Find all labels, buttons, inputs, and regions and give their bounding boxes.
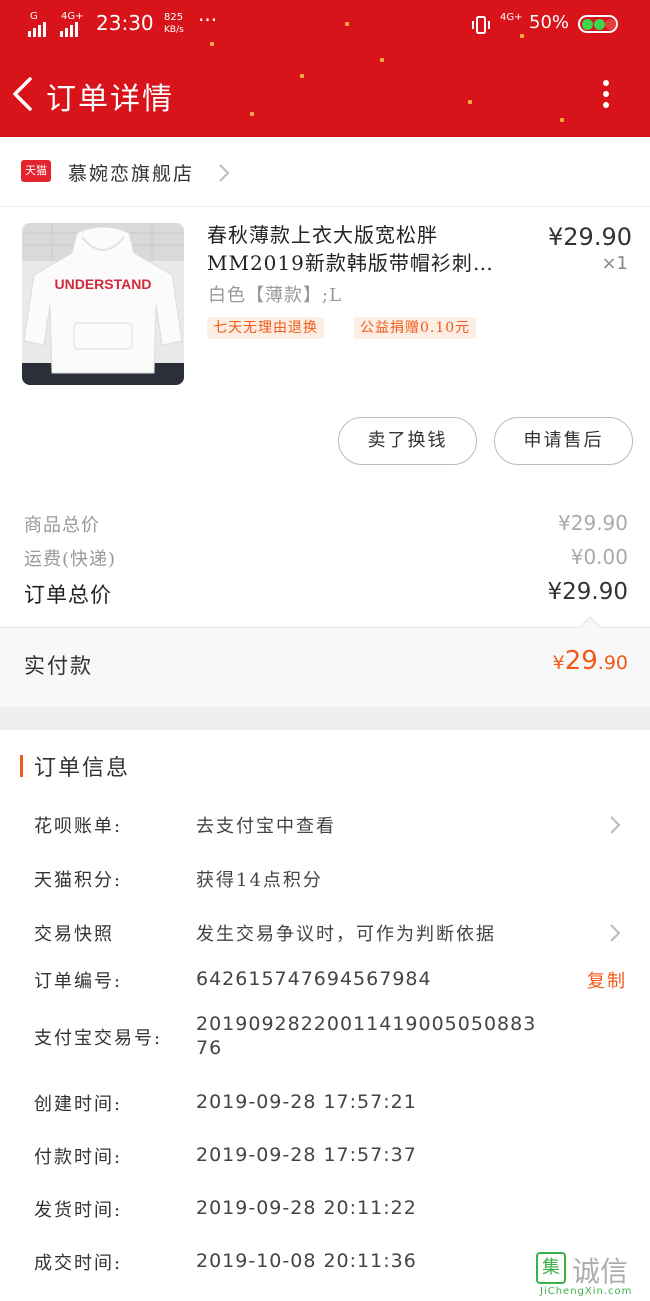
shipped-time-value: 2019-09-28 20:11:22 xyxy=(196,1197,417,1219)
paid-currency: ¥ xyxy=(552,652,565,674)
chevron-right-icon[interactable] xyxy=(216,162,232,184)
paid-time-label: 付款时间: xyxy=(34,1147,123,1168)
section-divider xyxy=(0,707,650,730)
paid-amount-dec: .90 xyxy=(597,652,628,674)
order-number-label: 订单编号: xyxy=(34,971,123,992)
product-image-print: UNDERSTAND xyxy=(55,276,152,292)
product-title[interactable]: 春秋薄款上衣大版宽松胖 MM2019新款韩版带帽衫刺… xyxy=(207,221,512,277)
product-quantity: ×1 xyxy=(601,253,628,274)
paid-amount-int: 29 xyxy=(564,646,598,676)
clock: 23:30 xyxy=(96,11,154,35)
shipping-label: 运费(快递) xyxy=(24,549,117,570)
order-total-label: 订单总价 xyxy=(24,583,112,607)
points-label: 天猫积分: xyxy=(34,870,123,891)
product-card: UNDERSTAND 春秋薄款上衣大版宽松胖 MM2019新款韩版带帽衫刺… ¥… xyxy=(0,207,650,497)
snapshot-label: 交易快照 xyxy=(34,924,114,945)
paid-label: 实付款 xyxy=(24,654,93,678)
completed-time-value: 2019-10-08 20:11:36 xyxy=(196,1250,417,1272)
product-spec: 白色【薄款】;L xyxy=(208,285,343,306)
store-row[interactable]: 天猫 慕婉恋旗舰店 xyxy=(0,137,650,207)
more-notifications-icon: ··· xyxy=(198,8,218,32)
shipping-value: ¥0.00 xyxy=(570,545,628,569)
status-bar: G 4G+ 23:30 825 KB/s ··· 4G+ 50% xyxy=(0,0,650,48)
alipay-number-line: 2019092822001141900505088​3 xyxy=(196,1013,537,1035)
chevron-right-icon[interactable] xyxy=(608,922,622,944)
battery-percent: 50% xyxy=(529,12,570,33)
order-info-title: 订单信息 xyxy=(34,756,131,781)
completed-time-label: 成交时间: xyxy=(34,1253,123,1274)
page-title: 订单详情 xyxy=(46,82,174,117)
alipay-number-line: 76 xyxy=(196,1037,223,1059)
snapshot-value[interactable]: 发生交易争议时，可作为判断依据 xyxy=(196,920,496,946)
order-info-section: 订单信息 花呗账单: 去支付宝中查看 天猫积分: 获得14点积分 交易快照 发生… xyxy=(0,730,650,1301)
product-image[interactable]: UNDERSTAND xyxy=(22,223,184,385)
product-title-line: 春秋薄款上衣大版宽松胖 xyxy=(207,223,438,247)
order-total-value: ¥29.90 xyxy=(547,579,628,605)
nav-bar: 订单详情 xyxy=(0,60,650,128)
network-type-label: 4G+ xyxy=(500,12,523,23)
signal-icon xyxy=(28,18,48,37)
points-value: 获得14点积分 xyxy=(196,870,323,891)
after-sale-button[interactable]: 申请售后 xyxy=(494,417,633,465)
speed-value: 825 xyxy=(164,12,184,23)
paid-time-value: 2019-09-28 17:57:37 xyxy=(196,1144,417,1166)
watermark-url: JiChengXin.com xyxy=(540,1286,633,1297)
sell-back-button[interactable]: 卖了换钱 xyxy=(338,417,477,465)
chevron-right-icon[interactable] xyxy=(608,814,622,836)
speed-unit: KB/s xyxy=(164,25,184,35)
vibrate-icon xyxy=(472,16,490,34)
price-summary: 商品总价 ¥29.90 运费(快递) ¥0.00 订单总价 ¥29.90 xyxy=(0,497,650,627)
signal-icon xyxy=(60,18,80,37)
copy-button[interactable]: 复制 xyxy=(587,967,627,993)
created-time-label: 创建时间: xyxy=(34,1094,123,1115)
return-policy-tag: 七天无理由退换 xyxy=(207,317,324,339)
goods-total-label: 商品总价 xyxy=(24,515,100,536)
created-time-value: 2019-09-28 17:57:21 xyxy=(196,1091,417,1113)
charity-tag: 公益捐赠0.10元 xyxy=(354,317,477,339)
order-number-value: 642615747694567984 xyxy=(196,968,432,990)
watermark-logo-icon: 集 xyxy=(536,1252,566,1284)
battery-icon xyxy=(578,15,618,33)
product-title-line: MM2019新款韩版带帽衫刺… xyxy=(207,251,494,275)
paid-amount-row: 实付款 ¥29.90 xyxy=(0,627,650,707)
product-price: ¥29.90 xyxy=(548,223,632,251)
paid-amount: ¥29.90 xyxy=(553,646,628,676)
app-header: G 4G+ 23:30 825 KB/s ··· 4G+ 50% 订单详情 xyxy=(0,0,650,137)
store-name[interactable]: 慕婉恋旗舰店 xyxy=(68,159,194,186)
more-menu-icon[interactable] xyxy=(596,76,616,112)
huabei-value[interactable]: 去支付宝中查看 xyxy=(196,812,336,838)
caret-up-icon xyxy=(579,616,601,628)
alipay-number-label: 支付宝交易号: xyxy=(34,1028,163,1049)
tmall-logo-icon: 天猫 xyxy=(21,160,51,182)
watermark-text: 诚信 xyxy=(572,1255,629,1288)
watermark: 集 诚信 JiChengXin.com xyxy=(532,1250,650,1301)
section-accent-bar xyxy=(20,755,23,777)
back-arrow-icon[interactable] xyxy=(10,76,40,112)
goods-total-value: ¥29.90 xyxy=(558,511,628,535)
huabei-label: 花呗账单: xyxy=(34,816,123,837)
shipped-time-label: 发货时间: xyxy=(34,1200,123,1221)
